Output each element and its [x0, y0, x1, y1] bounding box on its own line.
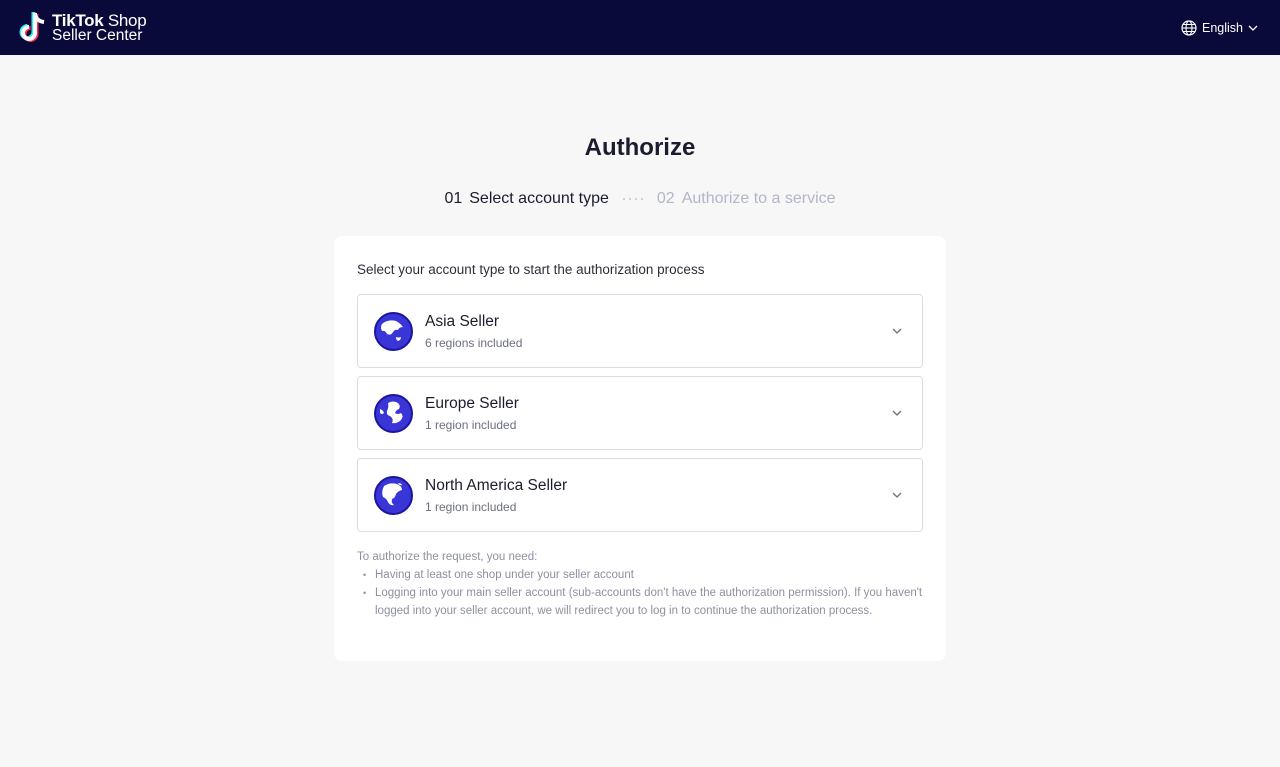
brand-subtitle: Seller Center [52, 26, 143, 44]
step-1: 01 Select account type [444, 190, 608, 208]
language-label: English [1202, 20, 1243, 35]
page-title: Authorize [584, 134, 696, 161]
step-separator [622, 198, 643, 200]
brand-name: TikTok Shop [52, 12, 147, 29]
option-asia-seller[interactable]: Asia Seller 6 regions included [357, 294, 923, 368]
option-north-america-seller[interactable]: North America Seller 1 region included [357, 458, 923, 532]
globe-icon [1181, 19, 1197, 36]
step-2-number: 02 [656, 190, 675, 207]
chevron-down-icon [1248, 25, 1258, 31]
option-asia-regions: 6 regions included [425, 335, 523, 350]
option-europe-regions: 1 region included [425, 417, 517, 432]
notes-title: To authorize the request, you need: [357, 551, 538, 563]
tiktok-logo-icon [19, 11, 45, 42]
option-europe-name: Europe Seller [425, 394, 519, 412]
globe-europe-icon [374, 393, 413, 433]
step-2-label: Authorize to a service [681, 190, 836, 207]
account-type-card: Select your account type to start the au… [334, 236, 946, 661]
card-intro: Select your account type to start the au… [357, 262, 705, 277]
step-1-number: 01 [444, 190, 463, 207]
globe-north-america-icon [374, 475, 413, 515]
note-item: Having at least one shop under your sell… [357, 566, 923, 584]
step-indicator: 01 Select account type 02 Authorize to a… [0, 190, 1280, 208]
step-2: 02 Authorize to a service [657, 190, 836, 208]
note-item: Logging into your main seller account (s… [357, 584, 923, 620]
chevron-down-icon[interactable] [890, 406, 904, 420]
globe-asia-icon [374, 311, 413, 351]
option-europe-seller[interactable]: Europe Seller 1 region included [357, 376, 923, 450]
chevron-down-icon[interactable] [890, 324, 904, 338]
chevron-down-icon[interactable] [890, 488, 904, 502]
option-north-america-regions: 1 region included [425, 499, 517, 514]
option-asia-name: Asia Seller [425, 312, 500, 330]
option-north-america-name: North America Seller [425, 476, 568, 494]
top-bar: TikTok Shop Seller Center English [0, 0, 1280, 55]
language-selector[interactable]: English [1181, 19, 1258, 36]
step-1-label: Select account type [469, 190, 609, 207]
requirements-notes: To authorize the request, you need: Havi… [357, 548, 923, 620]
brand[interactable]: TikTok Shop Seller Center [18, 11, 147, 45]
notes-list: Having at least one shop under your sell… [357, 566, 923, 620]
